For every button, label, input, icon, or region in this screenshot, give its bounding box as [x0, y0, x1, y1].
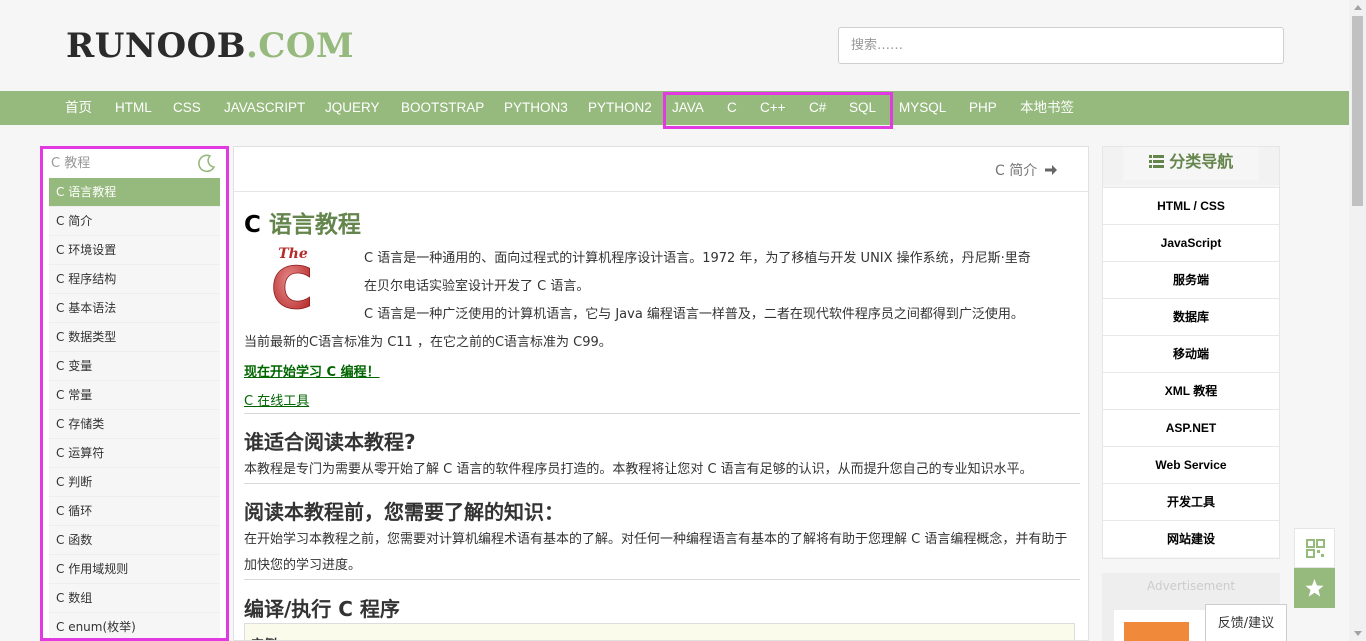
left-sidebar: C 教程 C 语言教程 C 简介 C 环境设置 C 程序结构 C 基本语法 C … — [40, 146, 229, 641]
nav-python3[interactable]: PYTHON3 — [504, 91, 568, 125]
logo-c-letter: C — [271, 254, 314, 312]
divider — [244, 483, 1080, 484]
intro-text-4: 当前最新的C语言标准为 C11 ，在它之前的C语言标准为 C99。 — [244, 335, 612, 350]
logo-part2: .COM — [245, 26, 355, 66]
sidebar-title: C 教程 — [51, 156, 91, 171]
scroll-up-arrow[interactable] — [1354, 5, 1362, 10]
site-header: RUNOOB.COM — [0, 0, 1366, 91]
qr-code-icon — [1306, 539, 1325, 558]
sidebar-item[interactable]: C 存储类 — [49, 410, 220, 439]
logo-part1: RUNOOB — [66, 26, 246, 66]
category-item[interactable]: XML 教程 — [1103, 372, 1279, 409]
intro-text-1: C 语言是一种通用的、面向过程式的计算机程序设计语言。1972 年，为了移植与开… — [364, 251, 1031, 266]
category-item[interactable]: HTML / CSS — [1103, 187, 1279, 224]
sidebar-item[interactable]: C 数据类型 — [49, 323, 220, 352]
nav-html[interactable]: HTML — [115, 91, 152, 125]
divider — [244, 413, 1080, 414]
nav-javascript[interactable]: JAVASCRIPT — [224, 91, 305, 125]
sidebar-item[interactable]: C 简介 — [49, 207, 220, 236]
category-nav-title: 分类导航 — [1169, 152, 1234, 171]
sidebar-item[interactable]: C 环境设置 — [49, 236, 220, 265]
sidebar-item[interactable]: C 语言教程 — [49, 178, 220, 207]
nav-php[interactable]: PHP — [969, 91, 997, 125]
nav-highlight-box — [663, 92, 893, 129]
sidebar-list: C 语言教程 C 简介 C 环境设置 C 程序结构 C 基本语法 C 数据类型 … — [49, 178, 220, 638]
arrow-right-icon — [1044, 165, 1057, 175]
sidebar-item[interactable]: C 函数 — [49, 526, 220, 555]
site-logo[interactable]: RUNOOB.COM — [66, 28, 354, 64]
category-item[interactable]: ASP.NET — [1103, 409, 1279, 446]
category-nav-header: 分类导航 — [1103, 147, 1279, 185]
prereq-text-1: 在开始学习本教程之前，您需要对计算机编程术语有基本的了解。对任何一种编程语言有基… — [244, 532, 1068, 547]
next-page-link[interactable]: C 简介 — [995, 160, 1058, 180]
sidebar-item[interactable]: C 变量 — [49, 352, 220, 381]
feedback-button[interactable]: 反馈/建议 — [1205, 604, 1287, 641]
nav-bootstrap[interactable]: BOOTSTRAP — [401, 91, 484, 125]
sidebar-item[interactable]: C 运算符 — [49, 439, 220, 468]
category-item[interactable]: Web Service — [1103, 446, 1279, 483]
list-icon — [1148, 155, 1164, 168]
category-item[interactable]: 数据库 — [1103, 298, 1279, 335]
intro-text-2: 在贝尔电话实验室设计开发了 C 语言。 — [364, 279, 590, 294]
sidebar-item[interactable]: C 数组 — [49, 584, 220, 613]
nav-css[interactable]: CSS — [173, 91, 201, 125]
example-box: 实例 — [244, 623, 1075, 640]
heading-prerequisites: 阅读本教程前，您需要了解的知识： — [244, 500, 564, 524]
c-language-logo: The C — [270, 246, 314, 312]
ad-label: Advertisement — [1146, 579, 1236, 593]
sidebar-item[interactable]: C 程序结构 — [49, 265, 220, 294]
right-sidebar: 分类导航 HTML / CSS JavaScript 服务端 数据库 移动端 X… — [1102, 146, 1280, 559]
category-item[interactable]: 移动端 — [1103, 335, 1279, 372]
sidebar-item[interactable]: C 循环 — [49, 497, 220, 526]
title-prefix: C — [244, 212, 261, 238]
page-scrollbar[interactable] — [1349, 0, 1366, 641]
sidebar-item[interactable]: C 常量 — [49, 381, 220, 410]
sidebar-item[interactable]: C 判断 — [49, 468, 220, 497]
category-item[interactable]: 网站建设 — [1103, 520, 1279, 557]
category-nav-title-wrap: 分类导航 — [1123, 147, 1259, 180]
intro-text-3: C 语言是一种广泛使用的计算机语言，它与 Java 编程语言一样普及，二者在现代… — [364, 307, 1024, 322]
sidebar-item[interactable]: C enum(枚举) — [49, 613, 220, 638]
page-title: C 语言教程 — [244, 205, 361, 239]
scroll-down-arrow[interactable] — [1354, 631, 1362, 636]
search-input[interactable] — [838, 27, 1284, 64]
qr-code-button[interactable] — [1294, 528, 1335, 568]
main-content: C 简介 C 语言教程 The C C 语言是一种通用的、面向过程式的计算机程序… — [233, 146, 1089, 641]
star-icon — [1305, 579, 1324, 597]
example-label: 实例 — [251, 634, 277, 640]
category-item[interactable]: 开发工具 — [1103, 483, 1279, 520]
scroll-thumb[interactable] — [1352, 16, 1363, 206]
nav-bookmarks[interactable]: 本地书签 — [1020, 91, 1074, 125]
prereq-text-2: 加快您的学习进度。 — [244, 558, 362, 573]
category-item[interactable]: JavaScript — [1103, 224, 1279, 261]
start-learning-link[interactable]: 现在开始学习 C 编程！ — [244, 361, 380, 380]
next-page-label: C 简介 — [995, 163, 1038, 179]
category-item[interactable]: 服务端 — [1103, 261, 1279, 298]
nav-python2[interactable]: PYTHON2 — [588, 91, 652, 125]
audience-text: 本教程是专门为需要从零开始了解 C 语言的软件程序员打造的。本教程将让您对 C … — [244, 462, 1033, 477]
divider — [244, 579, 1080, 580]
favorite-button[interactable] — [1294, 568, 1335, 608]
heading-audience: 谁适合阅读本教程? — [244, 430, 416, 454]
online-tool-link[interactable]: C 在线工具 — [244, 390, 309, 409]
sidebar-item[interactable]: C 基本语法 — [49, 294, 220, 323]
nav-jquery[interactable]: JQUERY — [325, 91, 380, 125]
nav-home[interactable]: 首页 — [65, 91, 92, 125]
heading-compile: 编译/执行 C 程序 — [244, 597, 400, 621]
sidebar-item[interactable]: C 作用域规则 — [49, 555, 220, 584]
ad-thumbnail — [1124, 622, 1189, 641]
moon-icon[interactable] — [197, 153, 217, 173]
nav-mysql[interactable]: MYSQL — [899, 91, 946, 125]
title-rest: 语言教程 — [268, 212, 361, 238]
content-topbar: C 简介 — [234, 147, 1088, 192]
